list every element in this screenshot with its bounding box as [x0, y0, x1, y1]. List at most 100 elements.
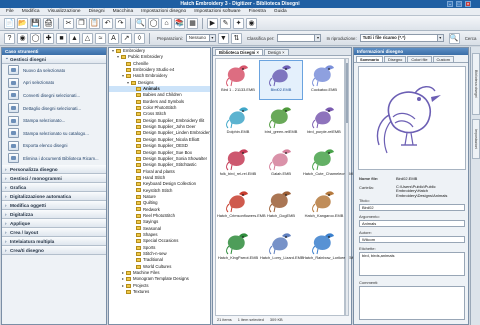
design-thumbnail[interactable]: folk_bird_rel-rel.EMB — [217, 145, 259, 183]
design-thumbnail[interactable]: Cockatoo.EMB — [303, 61, 345, 99]
command-print-selected[interactable]: Stampa selezionato... — [2, 114, 106, 127]
bobbin-icon[interactable]: ◉ — [246, 17, 257, 29]
section-personalizza-disegno[interactable]: Personalizza disegno — [2, 164, 106, 174]
menu-guida[interactable]: Guida — [274, 9, 287, 14]
field-titolo-input[interactable]: Bird02 — [359, 204, 465, 211]
design-thumbnail[interactable]: Hatch_Kangaroo.EMB — [303, 187, 345, 225]
hoop-select-icon[interactable]: ◯ — [30, 32, 41, 44]
open-icon[interactable]: 📂 — [17, 17, 28, 29]
folder-icon — [136, 232, 141, 237]
maximize-button[interactable]: □ — [456, 1, 462, 7]
design-thumbnail[interactable]: Hatch_Crimsonflowers.EMB — [217, 187, 266, 225]
search-icon[interactable]: 🔍 — [448, 32, 460, 44]
paste-icon[interactable]: 📋 — [89, 17, 100, 29]
design-thumbnail[interactable]: Hatch_KingParrot.EMB — [217, 229, 259, 267]
sort-select[interactable]: ▾ — [277, 34, 322, 42]
hoop-icon[interactable]: ◯ — [148, 17, 159, 29]
fill-icon[interactable]: ▲ — [69, 32, 80, 44]
field-autore-input[interactable]: Wilcom — [359, 236, 465, 243]
menu-finestra[interactable]: Finestra — [249, 9, 266, 14]
fabric-select[interactable]: Nessuno ▾ — [185, 34, 216, 42]
menu-impostazioni-disegno[interactable]: Impostazioni disegno — [141, 9, 186, 14]
design-thumbnail[interactable]: Bird 1 - 21133.EMB — [217, 61, 259, 99]
design-thumbnail[interactable]: Galah.EMB — [260, 145, 302, 183]
library-icon[interactable]: 📚 — [174, 17, 185, 29]
gallery-scrollbar[interactable] — [345, 58, 349, 316]
design-thumbnail[interactable]: Hatch_Cute_Chameleon.EMB — [303, 145, 355, 183]
command-new-from-selected[interactable]: Nuovo da selezionato — [2, 64, 106, 77]
tab-disegno[interactable]: Disegno — [384, 56, 407, 62]
tree-item[interactable]: Textures — [109, 289, 210, 295]
close-button[interactable]: × — [465, 1, 471, 7]
section-intelaiatura-multipla[interactable]: Intelaiatura multipla — [2, 236, 106, 246]
command-convert-selected[interactable]: Converti disegni selezionati... — [2, 89, 106, 102]
outline-icon[interactable]: △ — [82, 32, 93, 44]
tab-sommario[interactable]: Sommario — [356, 56, 384, 62]
command-open-selected[interactable]: Apri selezionato — [2, 77, 106, 90]
dock-tab-biblioteca[interactable]: Biblioteca disegni — [472, 53, 480, 115]
menu-impostazioni-software[interactable]: Impostazioni software — [194, 9, 240, 14]
menu-visualizzazione[interactable]: Visualizzazione — [48, 9, 81, 14]
tab-colori-file[interactable]: Colori file — [407, 56, 432, 62]
zoom-icon[interactable]: 🔍 — [135, 17, 146, 29]
command-delete-documents[interactable]: Elimina i documenti Biblioteca Ricam... — [2, 152, 106, 165]
grid-icon[interactable]: ▦ — [187, 17, 198, 29]
section-crea-disegno[interactable]: Crea/ti disegno — [2, 245, 106, 255]
menu-macchina[interactable]: Macchina — [113, 9, 134, 14]
satin-icon[interactable]: ≈ — [95, 32, 106, 44]
redo-icon[interactable]: ↷ — [115, 17, 126, 29]
filetype-select[interactable]: Tutti i file ricamo (*.*) ▾ — [359, 34, 444, 42]
stitch-icon[interactable]: ✚ — [43, 32, 54, 44]
gallery-scroll-thumb[interactable] — [346, 63, 348, 123]
copy-icon[interactable]: ❐ — [76, 17, 87, 29]
design-thumbnail[interactable]: Hatch_Lorry_Lizard.EMB — [260, 229, 303, 267]
menu-disegni[interactable]: Disegni — [89, 9, 105, 14]
field-argomento-input[interactable]: Animals — [359, 220, 465, 227]
print-icon[interactable]: 🖨 — [43, 17, 54, 29]
field-commenti-input[interactable] — [359, 286, 465, 320]
field-etichette-input[interactable]: bird, birds,animals — [359, 252, 465, 276]
section-applique[interactable]: Applique — [2, 218, 106, 228]
lettering-icon[interactable]: A — [108, 32, 119, 44]
tab-custom[interactable]: Custom — [432, 56, 454, 62]
section-digitalizzazione-automatica[interactable]: Digitalizzazione automatica — [2, 191, 106, 201]
undo-icon[interactable]: ↶ — [102, 17, 113, 29]
save-icon[interactable]: 💾 — [30, 17, 41, 29]
cut-icon[interactable]: ✂ — [63, 17, 74, 29]
menu-file[interactable]: File — [6, 9, 14, 14]
design-thumbnail[interactable]: Bird02.EMB — [259, 60, 303, 100]
help-icon[interactable]: ? — [4, 32, 15, 44]
design-thumbnail[interactable]: bird_purple-relEMB — [303, 103, 345, 141]
new-icon[interactable]: 📄 — [4, 17, 15, 29]
section-digitalizza[interactable]: Digitalizza — [2, 209, 106, 219]
search-button-label[interactable]: Cerca — [465, 36, 477, 41]
design-thumbnail[interactable]: bird_green-relEMB — [260, 103, 302, 141]
design-thumbnail[interactable]: Hatch_DogEMB — [260, 187, 302, 225]
color-icon[interactable]: ■ — [56, 32, 67, 44]
section-gestisci-disegni[interactable]: Gestisci disegni — [2, 53, 106, 64]
reshape-icon[interactable]: ◊ — [134, 32, 145, 44]
sort-icon[interactable]: ⇅ — [230, 32, 242, 44]
dock-tab-impostazioni[interactable]: Impostazioni — [472, 119, 480, 159]
delete-icon — [8, 153, 19, 164]
section-grafica[interactable]: Grafica — [2, 182, 106, 192]
section-modifica-oggetti[interactable]: Modifica oggetti — [2, 200, 106, 210]
command-details-selected[interactable]: Dettaglio disegni selezionati... — [2, 102, 106, 115]
cursor-icon[interactable]: ↗ — [121, 32, 132, 44]
command-print-catalog[interactable]: Stampa selezionato su catalogo... — [2, 127, 106, 140]
stitch-player-icon[interactable]: ▶ — [207, 17, 218, 29]
pen-icon[interactable]: ✎ — [220, 17, 231, 29]
thread-icon[interactable]: ✦ — [233, 17, 244, 29]
thread-chart-icon[interactable]: ◉ — [17, 32, 28, 44]
minimize-button[interactable]: – — [447, 1, 453, 7]
design-thumbnail[interactable]: Hatch_Rainbow_Lorikeet.EMB — [303, 229, 356, 267]
section-layout[interactable]: Crea / layout — [2, 227, 106, 237]
home-icon[interactable]: ⌂ — [161, 17, 172, 29]
command-export-list[interactable]: Esporta elenco disegni — [2, 140, 106, 153]
filter-icon[interactable]: ▼ — [217, 32, 229, 44]
menu-modifica[interactable]: Modifica — [22, 9, 40, 14]
tab-biblioteca-disegni[interactable]: Biblioteca Disegni × — [215, 49, 263, 55]
tab-design[interactable]: Design × — [263, 49, 289, 55]
design-thumbnail[interactable]: Dolphin.EMB — [217, 103, 259, 141]
section-monogrammi[interactable]: Gestisci / monogrammi — [2, 173, 106, 183]
